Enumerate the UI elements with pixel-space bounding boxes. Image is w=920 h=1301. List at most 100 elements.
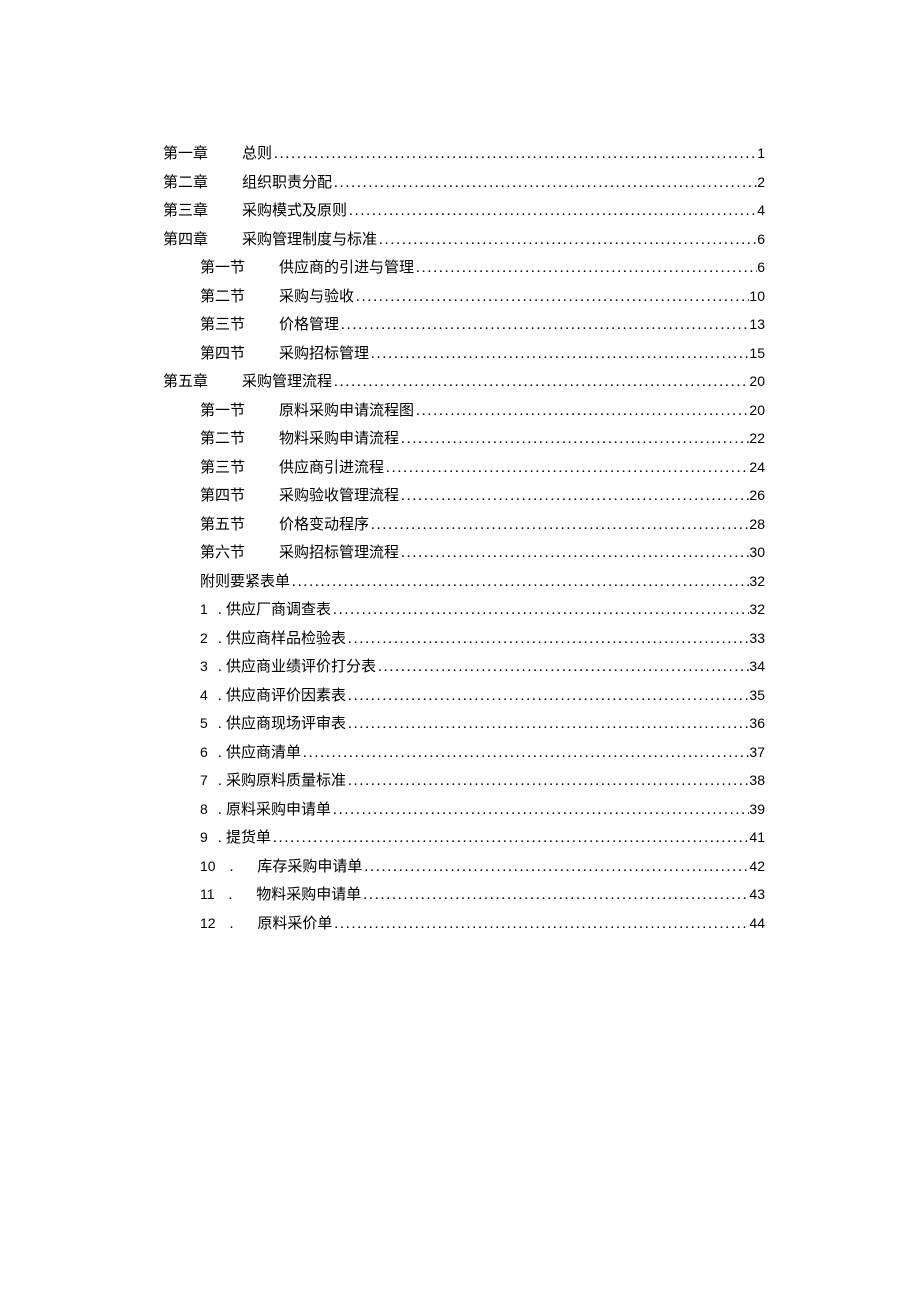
toc-row: 第二节采购与验收10 [163,283,765,312]
toc-leader-dots [414,397,749,426]
toc-number: 11 [200,881,215,908]
toc-title: 供应商样品检验表 [226,625,346,654]
toc-row: 6.供应商清单37 [163,739,765,768]
toc-title: 采购管理流程 [242,368,332,397]
toc-page-number: 32 [749,568,765,595]
toc-page-number: 44 [749,910,765,937]
toc-row: 第一章 总则 1 [163,140,765,169]
toc-separator: . [208,796,226,825]
toc-page-number: 1 [757,140,765,167]
toc-title: 供应商引进流程 [279,454,384,483]
toc-row: 7.采购原料质量标准 38 [163,767,765,796]
toc-separator: . [230,910,234,939]
toc-leader-dots [346,682,749,711]
toc-row: 第四章采购管理制度与标准6 [163,226,765,255]
toc-title: 附则要紧表单 [200,568,290,597]
toc-page-number: 36 [749,710,765,737]
toc-title: 物料采购申请流程 [279,425,399,454]
toc-separator: . [208,824,226,853]
toc-title: 供应商现场评审表 [226,710,346,739]
toc-page-number: 26 [749,482,765,509]
toc-leader-dots [354,283,749,312]
toc-chapter-label: 第四节 [200,340,245,369]
toc-title: 原料采价单 [257,910,332,939]
toc-row: 第五章采购管理流程20 [163,368,765,397]
toc-row: 4.供应商评价因素表35 [163,682,765,711]
toc-title: 总则 [242,140,272,169]
toc-number: 8 [200,796,208,823]
toc-separator: . [208,653,226,682]
toc-page-number: 38 [749,767,765,794]
toc-number: 4 [200,682,208,709]
toc-number: 7 [200,767,208,794]
toc-page-number: 28 [749,511,765,538]
toc-title: 采购原料质量标准 [226,767,346,796]
toc-title: 采购验收管理流程 [279,482,399,511]
toc-page-number: 13 [749,311,765,338]
toc-title: 库存采购申请单 [257,853,362,882]
toc-separator: . [208,710,226,739]
toc-page-number: 37 [749,739,765,766]
toc-row: 附则要紧表单 32 [163,568,765,597]
toc-page-number: 10 [749,283,765,310]
toc-row: 1.供应厂商调查表32 [163,596,765,625]
toc-row: 第一节供应商的引进与管理6 [163,254,765,283]
toc-row: 9.提货单41 [163,824,765,853]
toc-row: 第五节 价格变动程序 28 [163,511,765,540]
toc-leader-dots [331,596,749,625]
toc-title: 原料采购申请单 [226,796,331,825]
toc-number: 3 [200,653,208,680]
toc-page-number: 6 [757,254,765,281]
toc-page-number: 15 [749,340,765,367]
toc-row: 第一节原料采购申请流程图20 [163,397,765,426]
toc-page-number: 34 [749,653,765,680]
toc-separator: . [208,682,226,711]
toc-leader-dots [347,197,757,226]
toc-page-number: 42 [749,853,765,880]
toc-page-number: 20 [749,368,765,395]
toc-leader-dots [369,511,749,540]
toc-page-number: 43 [749,881,765,908]
toc-row: 10.库存采购申请单42 [163,853,765,882]
toc-page-number: 22 [749,425,765,452]
toc-row: 2.供应商样品检验表 33 [163,625,765,654]
toc-leader-dots [376,653,749,682]
toc-chapter-label: 第三章 [163,197,208,226]
toc-leader-dots [332,368,749,397]
toc-chapter-label: 第五节 [200,511,245,540]
toc-number: 2 [200,625,208,652]
toc-leader-dots [399,482,749,511]
toc-separator: . [208,739,226,768]
toc-leader-dots [369,340,749,369]
toc-row: 第四节 采购招标管理 15 [163,340,765,369]
toc-chapter-label: 第二节 [200,425,245,454]
toc-page-number: 33 [749,625,765,652]
toc-leader-dots [301,739,749,768]
toc-title: 供应商评价因素表 [226,682,346,711]
toc-leader-dots [332,910,749,939]
toc-title: 价格管理 [279,311,339,340]
toc-chapter-label: 第一节 [200,397,245,426]
toc-title: 采购招标管理 [279,340,369,369]
toc-separator: . [208,625,226,654]
toc-leader-dots [290,568,749,597]
toc-title: 提货单 [226,824,271,853]
toc-leader-dots [346,710,749,739]
toc-page-number: 4 [757,197,765,224]
toc-number: 10 [200,853,216,880]
toc-title: 价格变动程序 [279,511,369,540]
toc-page-number: 41 [749,824,765,851]
toc-chapter-label: 第一章 [163,140,208,169]
toc-row: 第三节 价格管理 13 [163,311,765,340]
toc-separator: . [208,767,226,796]
toc-number: 6 [200,739,208,766]
toc-chapter-label: 第三节 [200,311,245,340]
toc-row: 第三章采购模式及原则4 [163,197,765,226]
toc-row: 5.供应商现场评审表36 [163,710,765,739]
toc-leader-dots [399,425,749,454]
toc-leader-dots [377,226,757,255]
toc-number: 1 [200,596,208,623]
toc-chapter-label: 第三节 [200,454,245,483]
toc-page-number: 20 [749,397,765,424]
toc-title: 供应商的引进与管理 [279,254,414,283]
